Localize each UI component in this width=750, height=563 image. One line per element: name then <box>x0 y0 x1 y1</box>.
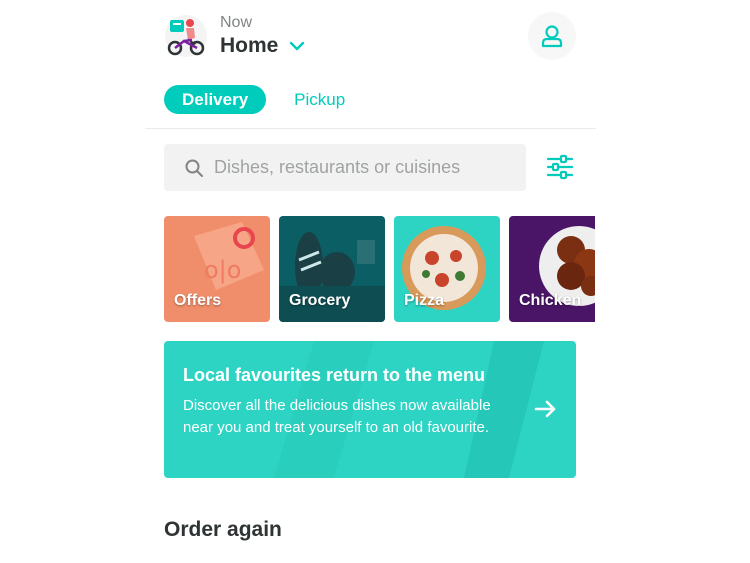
fulfilment-tabs: Delivery Pickup <box>164 85 345 114</box>
banner-title: Local favourites return to the menu <box>183 365 486 385</box>
category-chicken[interactable]: Chicken <box>509 216 595 322</box>
category-carousel: o|o Offers Grocery Pizza Chicken <box>164 216 595 322</box>
header: Now Home <box>164 12 576 64</box>
search-bar <box>164 144 526 191</box>
svg-text:o|o: o|o <box>204 256 241 284</box>
category-grocery[interactable]: Grocery <box>279 216 385 322</box>
location-selector[interactable]: Home <box>220 34 306 58</box>
search-input[interactable] <box>214 157 514 178</box>
delivery-rider-icon <box>165 15 207 57</box>
tab-delivery[interactable]: Delivery <box>164 85 267 114</box>
category-label: Chicken <box>519 292 582 309</box>
chevron-down-icon <box>290 41 305 51</box>
account-button[interactable] <box>528 12 576 60</box>
banner-description: Discover all the delicious dishes now av… <box>183 397 491 436</box>
user-icon <box>541 25 563 48</box>
order-again-heading: Order again <box>164 518 282 541</box>
arrow-right-icon <box>534 400 556 418</box>
category-label: Pizza <box>404 292 445 309</box>
category-pizza[interactable]: Pizza <box>394 216 500 322</box>
home-screen: Now Home Delivery Pickup Dishes, restaur… <box>0 0 750 563</box>
category-label: Offers <box>174 292 222 309</box>
location-name: Home <box>220 34 279 57</box>
tab-pickup[interactable]: Pickup <box>294 85 345 114</box>
divider <box>145 128 596 129</box>
promo-banner[interactable]: Local favourites return to the menu Disc… <box>164 341 576 478</box>
category-label: Grocery <box>289 292 351 309</box>
delivery-time-label: Now <box>220 14 253 31</box>
filter-icon[interactable] <box>546 154 574 180</box>
category-offers[interactable]: o|o Offers <box>164 216 270 322</box>
search-icon <box>185 159 203 177</box>
